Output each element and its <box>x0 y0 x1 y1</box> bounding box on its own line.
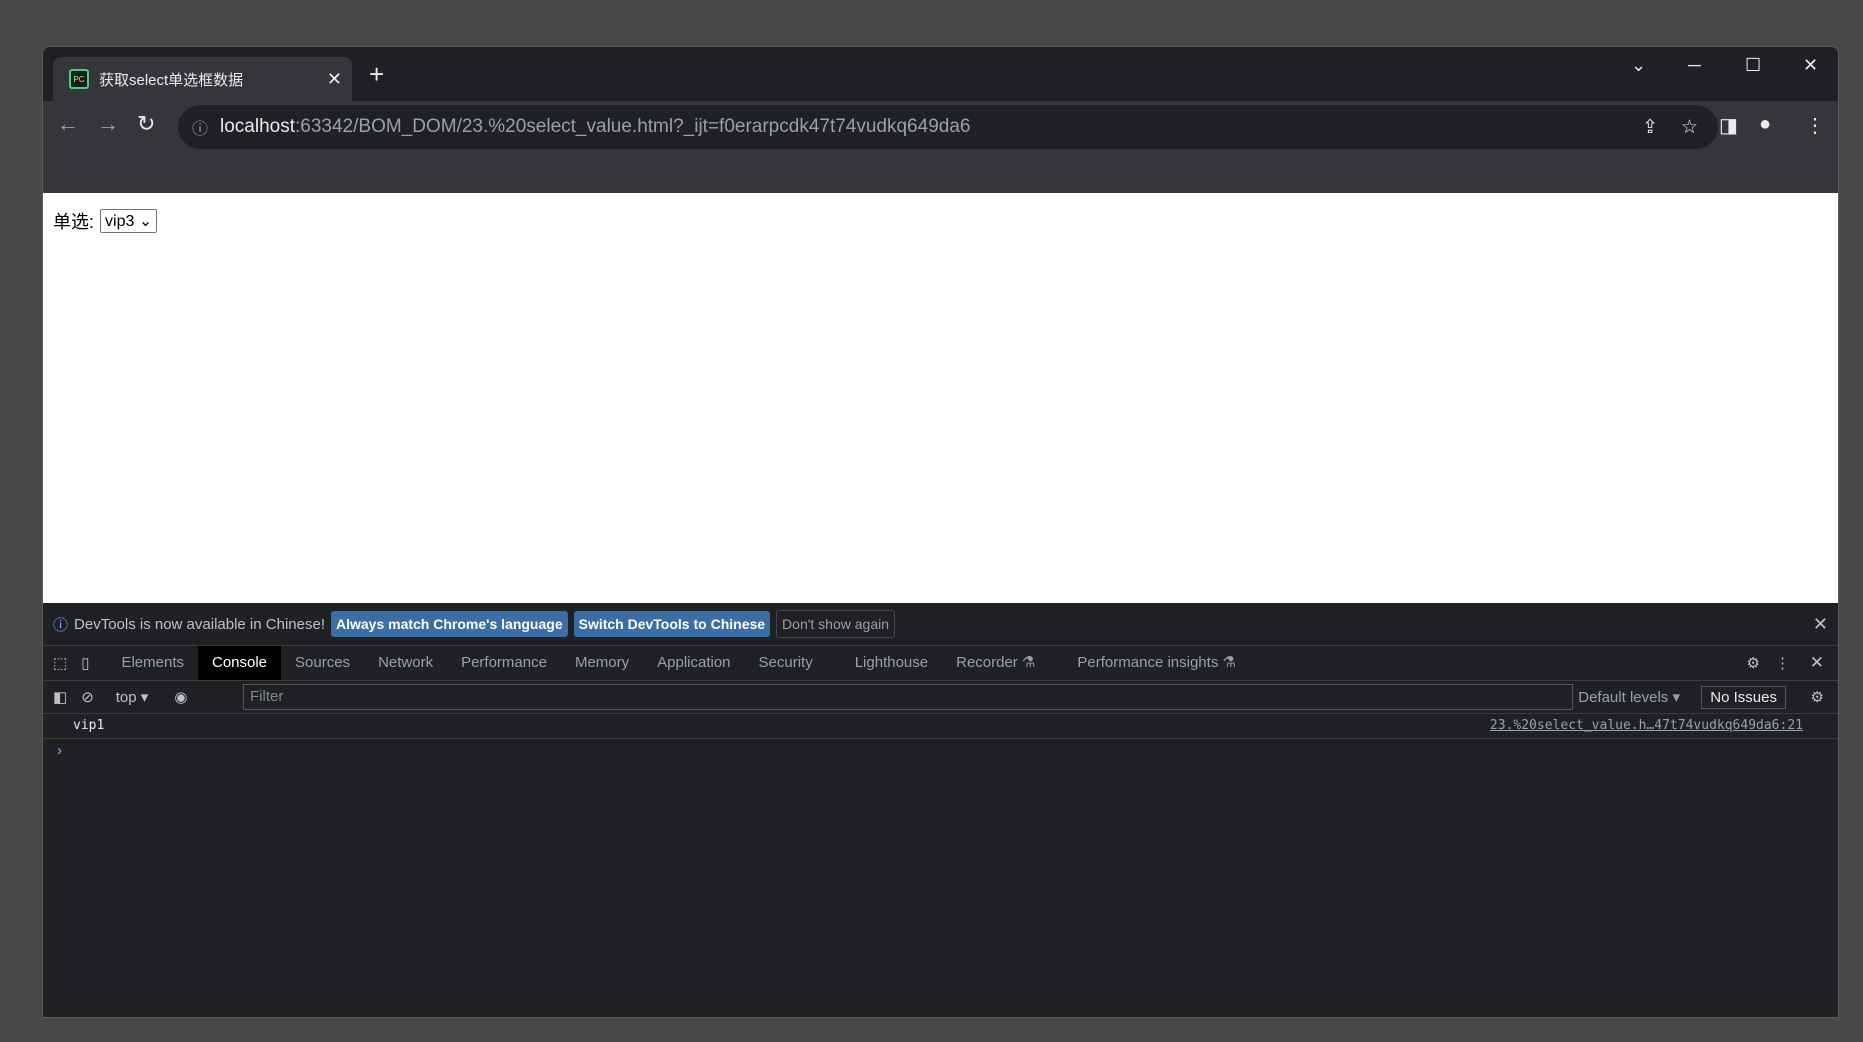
tab-sources[interactable]: Sources <box>281 646 364 680</box>
minimize-icon[interactable]: ─ <box>1688 55 1701 76</box>
tab-lighthouse[interactable]: Lighthouse <box>841 646 942 680</box>
device-toolbar-icon[interactable]: ▯ <box>81 654 89 672</box>
console-message: vip1 23.%20select_value.h…47t74vudkq649d… <box>43 714 1838 739</box>
bookmark-star-icon[interactable]: ☆ <box>1681 116 1698 139</box>
settings-gear-icon[interactable]: ⚙ <box>1747 654 1760 672</box>
tab-close-icon[interactable]: ✕ <box>327 69 342 90</box>
context-value: top <box>115 689 137 706</box>
log-levels-dropdown[interactable]: Default levels ▾ <box>1578 688 1680 706</box>
close-devtools-icon[interactable]: ✕ <box>1810 653 1824 673</box>
devtools-tabs: ⬚ ▯ Elements Console Sources Network Per… <box>43 646 1838 681</box>
forward-icon[interactable]: → <box>97 111 119 137</box>
tab-search-icon[interactable]: ⌄ <box>1631 55 1646 76</box>
inspect-element-icon[interactable]: ⬚ <box>53 654 67 672</box>
console-settings-icon[interactable]: ⚙ <box>1811 688 1824 706</box>
language-infobar: ⓘ DevTools is now available in Chinese! … <box>43 603 1838 646</box>
tab-security[interactable]: Security <box>745 646 827 680</box>
new-tab-icon[interactable]: + <box>369 59 384 90</box>
console-prompt[interactable]: › <box>43 739 1838 763</box>
live-expression-eye-icon[interactable]: ◉ <box>174 688 187 706</box>
tab-performance[interactable]: Performance <box>447 646 561 680</box>
page-content: 单选: vip3 ⌄ <box>43 193 1838 603</box>
reload-icon[interactable]: ↻ <box>137 111 155 137</box>
browser-window: PC 获取select单选框数据 ✕ + ⌄ ─ ☐ ✕ ← → ↻ ⓘ loc… <box>42 46 1839 1018</box>
sidebar-toggle-icon[interactable]: ◧ <box>53 688 67 706</box>
url-host: localhost <box>220 116 296 137</box>
tab-application[interactable]: Application <box>643 646 744 680</box>
info-icon: ⓘ <box>53 616 69 634</box>
back-icon[interactable]: ← <box>57 111 79 137</box>
share-icon[interactable]: ⇪ <box>1642 116 1658 139</box>
site-info-icon[interactable]: ⓘ <box>192 115 208 139</box>
infobar-close-icon[interactable]: ✕ <box>1813 614 1828 635</box>
tab-recorder[interactable]: Recorder ⚗ <box>942 646 1049 680</box>
more-options-icon[interactable]: ⋮ <box>1775 654 1790 672</box>
maximize-icon[interactable]: ☐ <box>1745 55 1761 76</box>
select-value: vip3 <box>105 213 135 230</box>
tab-elements[interactable]: Elements <box>107 646 198 680</box>
switch-chinese-button[interactable]: Switch DevTools to Chinese <box>573 611 771 637</box>
tab-console[interactable]: Console <box>197 646 282 680</box>
browser-tab[interactable]: PC 获取select单选框数据 ✕ <box>53 57 352 101</box>
tab-title: 获取select单选框数据 <box>99 71 244 89</box>
issues-button[interactable]: No Issues <box>1701 685 1786 709</box>
match-language-button[interactable]: Always match Chrome's language <box>330 611 568 637</box>
tab-network[interactable]: Network <box>364 646 447 680</box>
url-path: :63342/BOM_DOM/23.%20select_value.html?_… <box>295 116 971 137</box>
toolbar: ← → ↻ ⓘ localhost:63342/BOM_DOM/23.%20se… <box>43 101 1838 201</box>
message-text: vip1 <box>73 718 105 733</box>
side-panel-icon[interactable]: ◨ <box>1719 113 1738 138</box>
infobar-message: DevTools is now available in Chinese! <box>74 615 325 633</box>
profile-icon[interactable]: ● <box>1759 113 1771 136</box>
tab-memory[interactable]: Memory <box>561 646 643 680</box>
address-bar[interactable]: ⓘ localhost:63342/BOM_DOM/23.%20select_v… <box>178 105 1718 149</box>
devtools-panel: ⓘ DevTools is now available in Chinese! … <box>43 603 1838 1017</box>
pycharm-favicon-icon: PC <box>69 69 89 89</box>
context-select[interactable]: top ▾ <box>116 688 149 706</box>
vip-select[interactable]: vip3 ⌄ <box>100 209 158 233</box>
tab-performance-insights[interactable]: Performance insights ⚗ <box>1063 646 1250 680</box>
menu-icon[interactable]: ⋮ <box>1805 113 1825 138</box>
console-toolbar: ◧ ⊘ top ▾ ◉ Filter Default levels ▾ No I… <box>43 681 1838 714</box>
clear-console-icon[interactable]: ⊘ <box>81 688 94 706</box>
select-label: 单选: <box>53 212 95 232</box>
tab-strip: PC 获取select单选框数据 ✕ + ⌄ ─ ☐ ✕ <box>43 47 1838 101</box>
filter-input[interactable]: Filter <box>243 684 1573 710</box>
close-window-icon[interactable]: ✕ <box>1803 55 1818 76</box>
message-source-link[interactable]: 23.%20select_value.h…47t74vudkq649da6:21 <box>1490 714 1803 738</box>
dont-show-again-button[interactable]: Don't show again <box>776 610 896 638</box>
